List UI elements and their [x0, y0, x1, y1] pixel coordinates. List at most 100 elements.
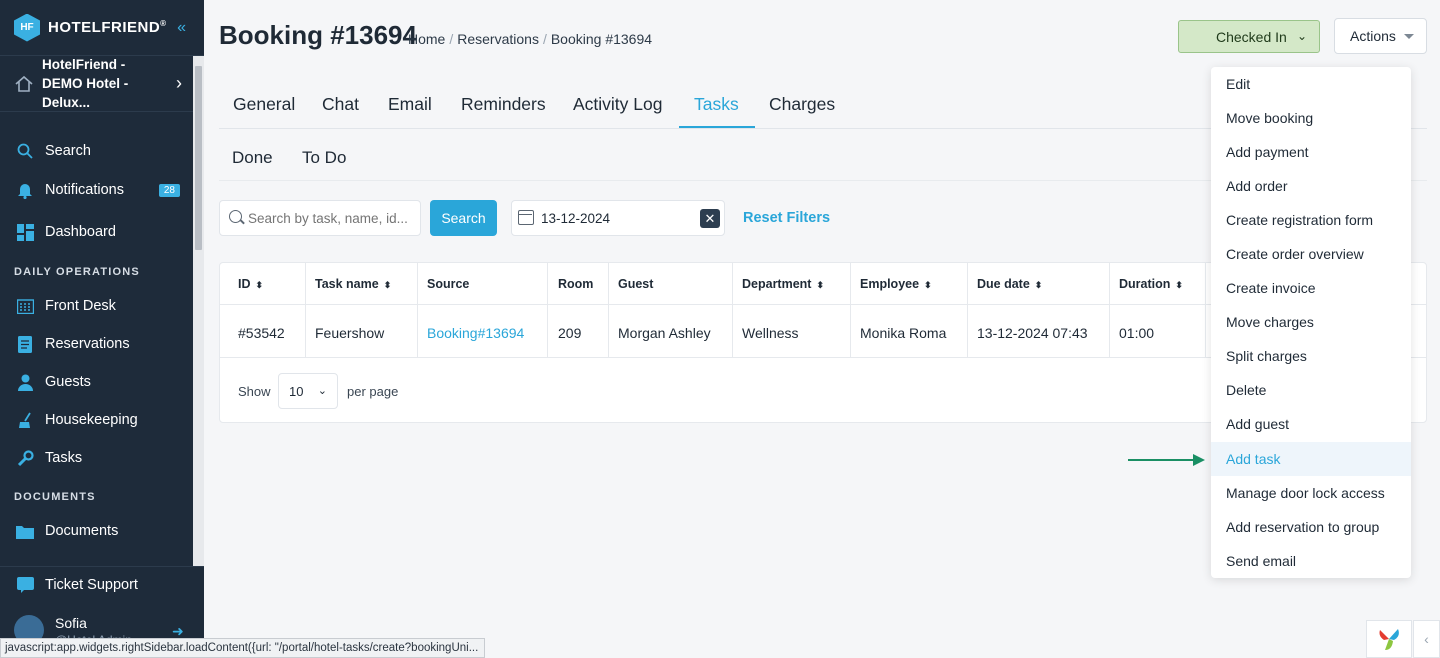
menu-item-add-task[interactable]: Add task [1211, 442, 1411, 476]
menu-item-create-invoice[interactable]: Create invoice [1211, 271, 1411, 305]
column-header-employee[interactable]: Employee ⬍ [860, 277, 932, 291]
sort-icon: ⬍ [1034, 280, 1043, 290]
sidebar-item-reservations[interactable]: Reservations [0, 326, 192, 362]
search-icon [229, 210, 242, 223]
notifications-count-badge: 28 [158, 183, 180, 197]
hotelfriend-logo-icon: HF [14, 13, 40, 42]
sidebar-item-ticket-support[interactable]: Ticket Support [0, 567, 192, 603]
menu-item-create-order-overview[interactable]: Create order overview [1211, 237, 1411, 271]
breadcrumb-reservations[interactable]: Reservations [457, 31, 539, 47]
sidebar-item-label: Ticket Support [45, 577, 138, 593]
menu-item-add-guest[interactable]: Add guest [1211, 407, 1411, 441]
menu-item-manage-door-lock-access[interactable]: Manage door lock access [1211, 476, 1411, 510]
chevron-down-icon: ⌄ [1296, 29, 1307, 43]
yii-debug-icon[interactable] [1366, 620, 1412, 658]
menu-item-split-charges[interactable]: Split charges [1211, 339, 1411, 373]
menu-item-add-order[interactable]: Add order [1211, 169, 1411, 203]
menu-item-move-booking[interactable]: Move booking [1211, 101, 1411, 135]
sidebar-item-documents[interactable]: Documents [0, 513, 192, 549]
sort-icon: ⬍ [816, 280, 825, 290]
cell-employee: Monika Roma [860, 325, 947, 341]
column-header-department[interactable]: Department ⬍ [742, 277, 824, 291]
sidebar-item-label: Housekeeping [45, 412, 138, 428]
column-header-id[interactable]: ID ⬍ [238, 277, 263, 291]
sidebar-item-label: Search [45, 143, 91, 159]
actions-button[interactable]: Actions [1334, 18, 1427, 54]
task-search-input[interactable] [219, 200, 421, 236]
column-header-task-name[interactable]: Task name ⬍ [315, 277, 391, 291]
menu-item-add-reservation-to-group[interactable]: Add reservation to group [1211, 510, 1411, 544]
sidebar-item-housekeeping[interactable]: Housekeeping [0, 402, 192, 438]
sidebar-item-search[interactable]: Search [0, 133, 192, 169]
menu-item-send-email[interactable]: Send email [1211, 544, 1411, 578]
reset-filters-link[interactable]: Reset Filters [743, 210, 830, 226]
cell-duration: 01:00 [1119, 325, 1155, 341]
cell-guest: Morgan Ashley [618, 325, 711, 341]
tab-general[interactable]: General [233, 94, 295, 115]
actions-dropdown-menu: Edit Move booking Add payment Add order … [1211, 67, 1411, 578]
per-page-label: per page [347, 384, 399, 399]
sidebar-item-label: Documents [45, 523, 119, 539]
sort-icon: ⬍ [1175, 280, 1183, 290]
sidebar-item-tasks[interactable]: Tasks [0, 440, 192, 476]
chevron-right-icon: › [176, 73, 182, 93]
clear-date-icon[interactable]: ✕ [700, 209, 720, 228]
tab-activity-log[interactable]: Activity Log [573, 94, 662, 115]
column-header-duration[interactable]: Duration ⬍ [1119, 277, 1183, 291]
search-button[interactable]: Search [430, 200, 497, 236]
booking-status-value: Checked In [1216, 28, 1287, 45]
tab-charges[interactable]: Charges [769, 94, 835, 115]
menu-item-create-registration-form[interactable]: Create registration form [1211, 203, 1411, 237]
breadcrumb-separator: / [449, 31, 454, 47]
annotation-arrow-line [1128, 459, 1194, 461]
menu-item-add-payment[interactable]: Add payment [1211, 135, 1411, 169]
column-header-source: Source [427, 277, 469, 291]
menu-item-move-charges[interactable]: Move charges [1211, 305, 1411, 339]
sort-icon: ⬍ [383, 280, 392, 290]
tab-email[interactable]: Email [388, 94, 432, 115]
per-page-select[interactable]: 10 ⌄ [278, 373, 338, 409]
cell-department: Wellness [742, 325, 799, 341]
sidebar-item-label: Front Desk [45, 298, 116, 314]
cell-source-link[interactable]: Booking#13694 [427, 325, 524, 341]
wrench-icon [16, 449, 34, 467]
chevron-left-icon[interactable]: ‹ [1413, 620, 1440, 658]
hotel-switcher[interactable]: HotelFriend - DEMO Hotel - Delux... › [0, 56, 204, 112]
section-documents: DOCUMENTS [14, 491, 96, 503]
annotation-arrow-head-icon [1193, 454, 1205, 466]
actions-label: Actions [1350, 28, 1396, 44]
booking-status-select[interactable]: Checked In ⌄ [1178, 20, 1320, 53]
column-header-due-date[interactable]: Due date ⬍ [977, 277, 1042, 291]
column-label: Task name [315, 277, 379, 291]
sort-icon: ⬍ [255, 280, 264, 290]
sidebar-item-notifications[interactable]: Notifications 28 [0, 172, 192, 208]
show-label: Show [238, 384, 271, 399]
date-filter-input[interactable]: 13-12-2024 [511, 200, 725, 236]
chevron-down-icon: ⌄ [317, 385, 327, 397]
sidebar-scrollbar-thumb[interactable] [195, 66, 202, 250]
cell-room: 209 [558, 325, 582, 341]
breadcrumb-separator: / [542, 31, 547, 47]
subtab-done[interactable]: Done [232, 148, 273, 168]
per-page-value: 10 [289, 384, 304, 399]
sidebar-item-label: Reservations [45, 336, 130, 352]
tab-tasks[interactable]: Tasks [694, 94, 739, 115]
sidebar-item-guests[interactable]: Guests [0, 364, 192, 400]
menu-item-delete[interactable]: Delete [1211, 373, 1411, 407]
menu-item-edit[interactable]: Edit [1211, 67, 1411, 101]
tab-reminders[interactable]: Reminders [461, 94, 546, 115]
yii-logo-icon [1379, 629, 1399, 650]
sidebar: HF HOTELFRIEND® « HotelFriend - DEMO Hot… [0, 0, 204, 658]
home-icon [15, 75, 33, 92]
breadcrumb-home[interactable]: Home [408, 31, 445, 47]
sidebar-item-dashboard[interactable]: Dashboard [0, 214, 192, 250]
sidebar-item-label: Tasks [45, 450, 83, 466]
brand-registered-mark: ® [160, 19, 167, 28]
collapse-sidebar-icon[interactable]: « [177, 19, 186, 37]
sidebar-item-front-desk[interactable]: Front Desk [0, 288, 192, 324]
subtab-todo[interactable]: To Do [302, 148, 346, 168]
bell-icon [16, 181, 34, 199]
page-title: Booking #13694 [219, 20, 417, 50]
tab-chat[interactable]: Chat [322, 94, 359, 115]
column-label: Due date [977, 277, 1030, 291]
